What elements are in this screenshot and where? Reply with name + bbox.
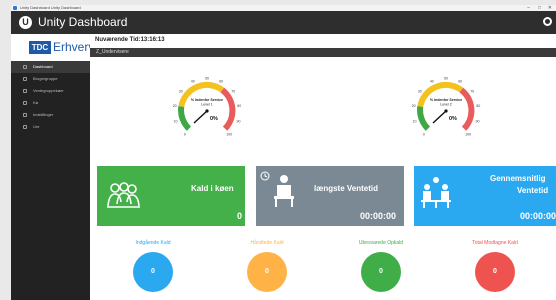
brand-name: Erhverv — [53, 40, 95, 54]
queue-calls-card: Kald i køen 0 — [97, 166, 245, 226]
gauge-1-tick: 50 — [205, 76, 209, 80]
gauge-2-tick: 60 — [458, 80, 462, 84]
gauge-2-tick: 10 — [413, 120, 417, 124]
incoming-calls-value: 0 — [133, 252, 173, 292]
waiting-room-icon — [421, 177, 451, 208]
longest-wait-title: længste Ventetid — [314, 184, 379, 193]
handled-calls-stat: Håndtede Kald 0 — [212, 240, 322, 292]
sidebar-item-dashboard[interactable]: Dashboard — [11, 61, 90, 73]
gauge-1-level: Level 1 — [201, 103, 213, 107]
gauge-1-tick: 20 — [173, 104, 177, 108]
sidebar-item-indstillinger[interactable]: Indstillinger — [11, 109, 90, 121]
section-title: Z_Undervisere — [96, 49, 129, 55]
average-wait-title-line2: Ventetid — [517, 186, 549, 195]
gauge-2-tick: 40 — [430, 80, 434, 84]
gauge-1-tick: 30 — [179, 90, 183, 94]
gauge-2-title: % Indenfor Service — [430, 98, 462, 102]
clock-icon — [23, 125, 27, 129]
gauge-2-tick: 0 — [423, 132, 425, 136]
gauge-2-tick: 90 — [476, 120, 480, 124]
gauge-2-svg: 0 10 20 30 40 50 60 70 80 90 100 % Inden… — [412, 76, 481, 136]
gauge-2-hub — [444, 109, 448, 113]
unanswered-calls-value: 0 — [361, 252, 401, 292]
current-time: Nuværende Tid:13:16:13 — [95, 37, 165, 43]
average-wait-title: Gennemsnitlig — [490, 174, 546, 183]
total-received-calls-stat: Total Modtagne Kald 0 — [440, 240, 550, 292]
gauge-1-tick: 100 — [226, 132, 232, 136]
gauge-2-level: Level 2 — [440, 103, 452, 107]
gauge-2-value: 0% — [449, 116, 457, 122]
app-header: U Unity Dashboard — [11, 11, 556, 34]
sidebar-item-ko[interactable]: Kø — [11, 97, 90, 109]
gauge-1-hub — [205, 109, 209, 113]
queue-calls-value: 0 — [237, 211, 243, 221]
gauge-1-title: % Indenfor Service — [191, 98, 223, 102]
gauge-1-tick: 80 — [237, 104, 241, 108]
total-received-calls-label: Total Modtagne Kald — [472, 240, 518, 246]
sidebar-nav: Dashboard Brugergruppe Ventegruppekøer K… — [11, 61, 90, 133]
service-level-gauge-1: 0 10 20 30 40 50 60 70 80 90 100 % Inden… — [165, 69, 249, 153]
sidebar-item-label: Ventegruppekøer — [33, 88, 64, 93]
app-window-icon — [13, 6, 17, 10]
gauge-1-tick: 60 — [219, 80, 223, 84]
sidebar-item-label: Ure — [33, 124, 40, 129]
gauge-2-needle — [432, 110, 447, 124]
gauge-1-svg: 0 10 20 30 40 50 60 70 80 90 100 % Inden… — [173, 76, 242, 136]
gauge-1-tick: 0 — [184, 132, 186, 136]
clock-icon — [260, 171, 270, 181]
average-wait-value: 00:00:00 — [520, 211, 556, 221]
queue-group-icon — [23, 89, 27, 93]
sidebar-item-ventegruppekoer[interactable]: Ventegruppekøer — [11, 85, 90, 97]
gauge-2-tick: 80 — [476, 104, 480, 108]
waiting-person-icon — [274, 175, 294, 207]
total-received-calls-value: 0 — [475, 252, 515, 292]
handled-calls-value: 0 — [247, 252, 287, 292]
sidebar-item-label: Dashboard — [33, 64, 53, 69]
main-content: Nuværende Tid:13:16:13 Z_Undervisere 0 1… — [90, 34, 556, 300]
settings-gear-icon[interactable] — [543, 17, 552, 26]
unanswered-calls-label: Ubesvarede Opkald — [358, 240, 404, 246]
gauge-2-tick: 70 — [470, 90, 474, 94]
sidebar-item-label: Indstillinger — [33, 112, 54, 117]
gauge-2-tick: 100 — [465, 132, 471, 136]
brand-logo: TDC Erhverv — [11, 34, 94, 61]
sidebar-item-label: Brugergruppe — [33, 76, 58, 81]
unanswered-calls-stat: Ubesvarede Opkald 0 — [326, 240, 436, 292]
gauge-1-green-band — [178, 106, 192, 131]
gauge-2-red-band — [459, 87, 475, 131]
gauge-2-green-band — [417, 106, 431, 131]
gauge-1-tick: 10 — [174, 120, 178, 124]
gauge-1-tick: 70 — [231, 90, 235, 94]
gauge-1-value: 0% — [210, 116, 218, 122]
gauge-1-tick: 90 — [237, 120, 241, 124]
settings-icon — [23, 113, 27, 117]
users-icon — [23, 77, 27, 81]
gauge-1-tick: 40 — [191, 80, 195, 84]
app-title: Unity Dashboard — [38, 15, 128, 29]
gauge-2-tick: 20 — [412, 104, 416, 108]
incoming-calls-label: Indgående Kald — [135, 240, 171, 246]
sidebar-item-ure[interactable]: Ure — [11, 121, 90, 133]
gauge-2-tick: 50 — [444, 76, 448, 80]
sidebar: TDC Erhverv Dashboard Brugergruppe Vente… — [11, 34, 94, 300]
average-wait-card: Gennemsnitlig Ventetid 00:00:00 — [414, 166, 556, 226]
unity-logo-icon: U — [19, 16, 32, 29]
tdc-badge: TDC — [29, 41, 51, 54]
handled-calls-label: Håndtede Kald — [250, 240, 284, 246]
sidebar-item-brugergruppe[interactable]: Brugergruppe — [11, 73, 90, 85]
sidebar-item-label: Kø — [33, 100, 39, 105]
queue-icon — [23, 101, 27, 105]
gauge-1-needle — [193, 110, 208, 124]
service-level-gauge-2: 0 10 20 30 40 50 60 70 80 90 100 % Inden… — [404, 69, 488, 153]
gauge-2-tick: 30 — [418, 90, 422, 94]
queue-calls-title: Kald i køen — [191, 184, 234, 193]
longest-wait-value: 00:00:00 — [360, 211, 397, 221]
section-header: Z_Undervisere — [90, 48, 556, 57]
group-icon — [107, 182, 140, 208]
longest-wait-card: længste Ventetid 00:00:00 — [256, 166, 404, 226]
gauge-1-red-band — [220, 87, 236, 131]
dashboard-icon — [23, 65, 27, 69]
incoming-calls-stat: Indgående Kald 0 — [98, 240, 208, 292]
